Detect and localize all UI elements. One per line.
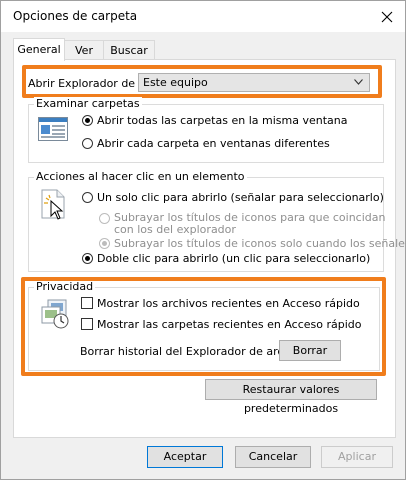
window-layout-icon (38, 117, 68, 141)
apply-button[interactable]: Aplicar (321, 446, 393, 468)
window-title: Opciones de carpeta (13, 9, 138, 23)
close-icon (381, 11, 393, 22)
radio-underline-point[interactable] (99, 238, 110, 249)
radio-double-click[interactable] (82, 253, 93, 264)
tab-ver[interactable]: Ver (63, 40, 105, 60)
restore-defaults-button[interactable]: Restaurar valores predeterminados (205, 379, 377, 415)
tab-general[interactable]: General (13, 38, 65, 61)
accept-button[interactable]: Aceptar (147, 446, 223, 468)
radio-underline-browser[interactable] (99, 213, 110, 224)
click-document-icon (41, 189, 65, 220)
browse-folders-title: Examinar carpetas (34, 97, 142, 110)
underline-point-label: Subrayar los títulos de iconos solo cuan… (114, 237, 405, 250)
browse-folders-group (28, 104, 384, 163)
same-window-label: Abrir todas las carpetas en la misma ven… (97, 114, 348, 127)
title-bar: Opciones de carpeta (1, 1, 405, 32)
tab-buscar[interactable]: Buscar (103, 40, 155, 60)
close-button[interactable] (369, 1, 405, 32)
cancel-button[interactable]: Cancelar (235, 446, 311, 468)
highlight-box-open-explorer (22, 65, 382, 98)
radio-single-click[interactable] (82, 192, 93, 203)
click-actions-title: Acciones al hacer clic en un elemento (34, 170, 247, 183)
highlight-box-privacy (21, 277, 386, 376)
radio-same-window[interactable] (82, 115, 93, 126)
folder-options-dialog: Opciones de carpeta General Ver Buscar A… (0, 0, 406, 480)
radio-different-windows[interactable] (82, 138, 93, 149)
underline-browser-label-line2: con los del explorador (114, 223, 236, 236)
double-click-label: Doble clic para abrirlo (un clic para se… (97, 252, 371, 265)
single-click-label: Un solo clic para abrirlo (señalar para … (97, 191, 384, 204)
different-windows-label: Abrir cada carpeta en ventanas diferente… (97, 137, 330, 150)
